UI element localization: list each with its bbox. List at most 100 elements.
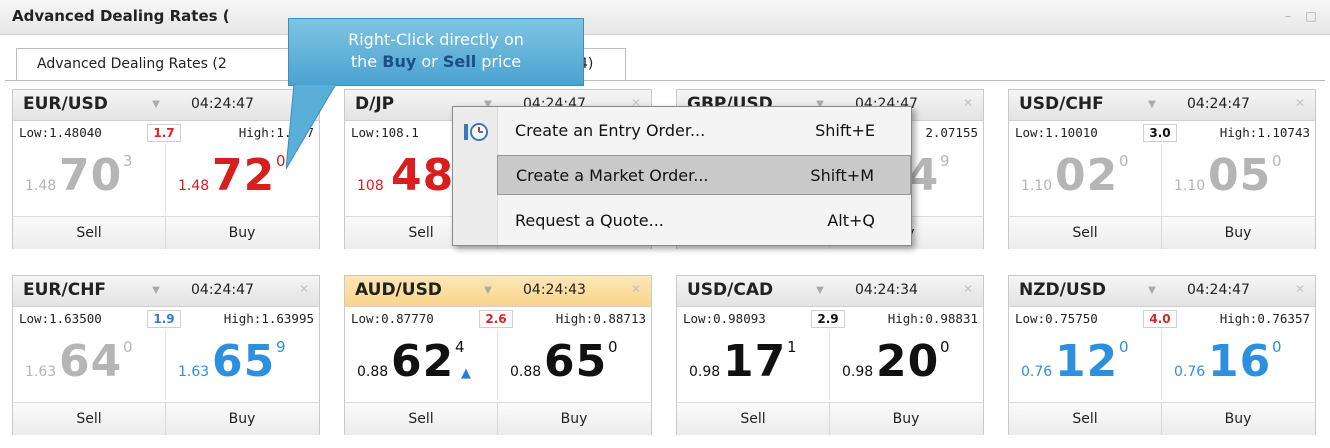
chevron-down-icon[interactable]: ▼ <box>813 284 827 298</box>
rate-tile: EUR/CHF ▼ 04:24:47 ✕ Low:1.63500 1.9 High:1.63… <box>12 275 320 435</box>
quote-time: 04:24:47 <box>191 282 254 298</box>
high-value: High:1.63995 <box>223 311 314 326</box>
sell-button[interactable]: Sell <box>1009 403 1162 435</box>
sell-price[interactable]: 1.63 64 0 <box>13 330 166 400</box>
buy-button[interactable]: Buy <box>830 403 982 435</box>
sell-price[interactable]: 0.76 12 0 <box>1009 330 1162 400</box>
high-value: High:0.98831 <box>887 311 978 326</box>
buy-price[interactable]: 1.63 65 9 <box>166 330 318 400</box>
quote-time: 04:24:47 <box>1187 96 1250 112</box>
low-value: Low:1.48040 <box>19 125 102 140</box>
price-row: 1.63 64 0 1.63 65 9 <box>13 330 319 400</box>
menu-item-request-quote[interactable]: Request a Quote... Alt+Q <box>497 201 911 241</box>
rate-tile: AUD/USD ▼ 04:24:43 ✕ Low:0.87770 2.6 High:0.88… <box>344 275 652 435</box>
rate-tile: USD/CAD ▼ 04:24:34 ✕ Low:0.98093 2.9 High:0.98… <box>676 275 984 435</box>
currency-pair[interactable]: USD/CAD <box>687 280 773 300</box>
callout-line1: Right-Click directly on <box>348 30 524 49</box>
buy-price[interactable]: 1.10 05 0 <box>1162 144 1314 214</box>
price-row: 0.98 17 1 0.98 20 0 <box>677 330 983 400</box>
maximize-icon[interactable]: □ <box>1305 10 1317 22</box>
close-icon[interactable]: ✕ <box>299 282 309 296</box>
price-row: 1.10 02 0 1.10 05 0 <box>1009 144 1315 214</box>
sell-button[interactable]: Sell <box>677 403 830 435</box>
sell-price[interactable]: 0.88 62 4 ▲ <box>345 330 498 400</box>
sell-price[interactable]: 1.48 70 3 <box>13 144 166 214</box>
low-high-row: Low:1.10010 3.0 High:1.10743 <box>1009 121 1315 143</box>
tile-header: AUD/USD ▼ 04:24:43 ✕ <box>345 276 651 307</box>
callout-buy-word: Buy <box>382 52 417 71</box>
menu-item-entry-order[interactable]: Create an Entry Order... Shift+E <box>497 111 911 151</box>
buy-button[interactable]: Buy <box>166 403 318 435</box>
quote-time: 04:24:47 <box>191 96 254 112</box>
chevron-down-icon[interactable]: ▼ <box>149 284 163 298</box>
buy-price[interactable]: 0.88 65 0 <box>498 330 650 400</box>
menu-item-market-order[interactable]: Create a Market Order... Shift+M <box>497 155 911 195</box>
sell-button[interactable]: Sell <box>1009 217 1162 249</box>
sell-button[interactable]: Sell <box>13 217 166 249</box>
sell-button[interactable]: Sell <box>345 403 498 435</box>
low-value: Low:0.87770 <box>351 311 434 326</box>
tab-strip: Advanced Dealing Rates (2 4) <box>0 34 1330 82</box>
tile-header: USD/CHF ▼ 04:24:47 ✕ <box>1009 90 1315 121</box>
action-row: Sell Buy <box>1009 216 1315 249</box>
high-value: High:1.10743 <box>1219 125 1310 140</box>
rate-tile: EUR/USD▼04:24:47✕Low:1.480401.7High:1.48… <box>12 89 320 249</box>
currency-pair[interactable]: NZD/USD <box>1019 280 1106 300</box>
high-value: High:0.88713 <box>555 311 646 326</box>
spread-badge: 2.6 <box>479 310 513 328</box>
sell-price[interactable]: 0.98 17 1 <box>677 330 830 400</box>
action-row: Sell Buy <box>677 402 983 435</box>
sell-price[interactable]: 1.10 02 0 <box>1009 144 1162 214</box>
close-icon[interactable]: ✕ <box>1295 282 1305 296</box>
chevron-down-icon[interactable]: ▼ <box>1145 98 1159 112</box>
quote-time: 04:24:34 <box>855 282 918 298</box>
sell-button[interactable]: Sell <box>13 403 166 435</box>
high-value: 2.07155 <box>925 125 978 140</box>
high-value: High:0.76357 <box>1219 311 1310 326</box>
buy-button[interactable]: Buy <box>1162 403 1314 435</box>
action-row: Sell Buy <box>13 402 319 435</box>
chevron-down-icon[interactable]: ▼ <box>481 284 495 298</box>
action-row: Sell Buy <box>13 216 319 249</box>
chevron-down-icon[interactable]: ▼ <box>1145 284 1159 298</box>
low-value: Low:0.98093 <box>683 311 766 326</box>
spread-badge: 3.0 <box>1143 124 1177 142</box>
currency-pair[interactable]: EUR/CHF <box>23 280 106 300</box>
rate-tile: USD/CHF ▼ 04:24:47 ✕ Low:1.10010 3.0 High:1.10… <box>1008 89 1316 249</box>
currency-pair[interactable]: EUR/USD <box>23 94 108 114</box>
low-value: Low:1.10010 <box>1015 125 1098 140</box>
currency-pair[interactable]: AUD/USD <box>355 280 442 300</box>
low-high-row: Low:0.75750 4.0 High:0.76357 <box>1009 307 1315 329</box>
spread-badge: 1.7 <box>147 124 181 142</box>
clock-order-icon <box>464 123 488 141</box>
buy-button[interactable]: Buy <box>166 217 318 249</box>
callout-line2: the Buy or Sell price <box>350 52 522 71</box>
up-arrow-icon: ▲ <box>461 366 471 381</box>
chevron-down-icon[interactable]: ▼ <box>149 98 163 112</box>
price-row: 0.88 62 4 ▲ 0.88 65 0 <box>345 330 651 400</box>
minimize-icon[interactable]: – <box>1282 10 1294 22</box>
currency-pair[interactable]: D/JP <box>355 94 394 114</box>
buy-button[interactable]: Buy <box>498 403 650 435</box>
low-high-row: Low:0.87770 2.6 High:0.88713 <box>345 307 651 329</box>
low-high-row: Low:0.98093 2.9 High:0.98831 <box>677 307 983 329</box>
quote-time: 04:24:47 <box>1187 282 1250 298</box>
dealing-rates-panel: Advanced Dealing Rates ( – □ Advanced De… <box>0 0 1330 447</box>
buy-button[interactable]: Buy <box>1162 217 1314 249</box>
tab-label: Advanced Dealing Rates (2 <box>37 56 227 72</box>
buy-price[interactable]: 0.98 20 0 <box>830 330 982 400</box>
low-value: Low:108.1 <box>351 125 419 140</box>
tile-header: USD/CAD ▼ 04:24:34 ✕ <box>677 276 983 307</box>
tutorial-callout: Right-Click directly on the Buy or Sell … <box>288 18 584 86</box>
close-icon[interactable]: ✕ <box>963 282 973 296</box>
close-icon[interactable]: ✕ <box>631 282 641 296</box>
low-value: Low:0.75750 <box>1015 311 1098 326</box>
close-icon[interactable]: ✕ <box>1295 96 1305 110</box>
callout-pointer <box>286 84 337 170</box>
buy-price[interactable]: 0.76 16 0 <box>1162 330 1314 400</box>
panel-title: Advanced Dealing Rates ( <box>12 7 230 25</box>
currency-pair[interactable]: USD/CHF <box>1019 94 1104 114</box>
close-icon[interactable]: ✕ <box>963 96 973 110</box>
spread-badge: 4.0 <box>1143 310 1177 328</box>
context-menu: Create an Entry Order... Shift+E Create … <box>452 106 912 246</box>
